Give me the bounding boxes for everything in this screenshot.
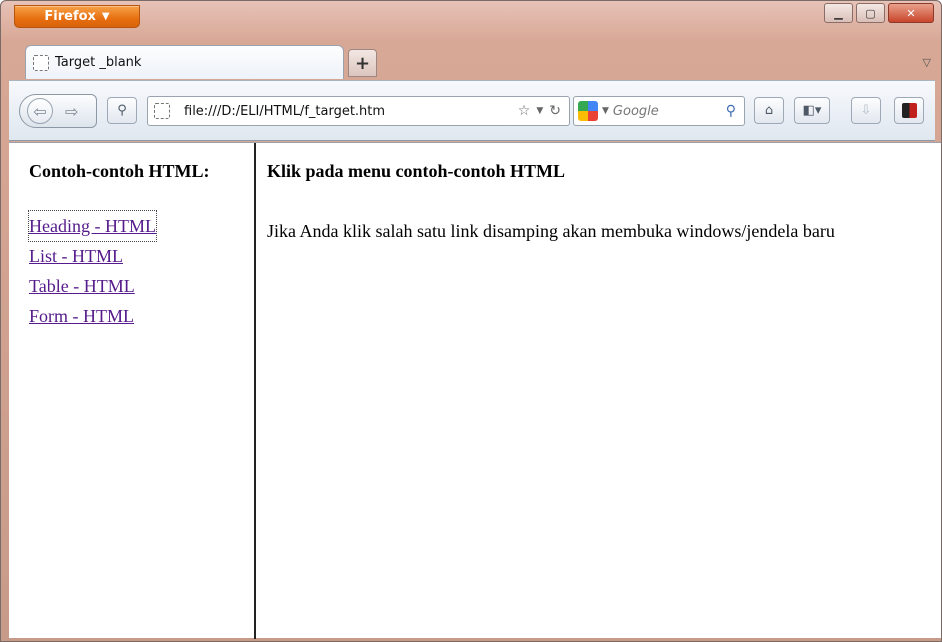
address-bar[interactable]: file:///D:/ELI/HTML/f_target.htm ☆ ▼ ↻ — [147, 96, 570, 126]
star-icon[interactable]: ☆ — [518, 103, 531, 119]
window-controls: ▁ ▢ ✕ — [824, 3, 934, 23]
tab-title: Target _blank — [55, 55, 142, 70]
left-frame: Contoh-contoh HTML: Heading - HTML List … — [9, 143, 256, 639]
search-input[interactable]: Google — [613, 104, 722, 119]
search-icon[interactable]: ⚲ — [726, 103, 744, 119]
left-frame-heading: Contoh-contoh HTML: — [29, 161, 210, 181]
puzzle-icon[interactable]: ◧▾ — [794, 97, 830, 124]
tab-target-blank[interactable]: Target _blank — [25, 45, 344, 79]
tab-list-chevron-icon[interactable]: ▽ — [923, 56, 931, 69]
forward-arrow-icon[interactable]: ⇨ — [65, 102, 78, 121]
url-text: file:///D:/ELI/HTML/f_target.htm — [184, 103, 386, 119]
link-table-html[interactable]: Table - HTML — [29, 271, 135, 301]
link-list-html[interactable]: List - HTML — [29, 241, 123, 271]
link-form-html[interactable]: Form - HTML — [29, 301, 134, 331]
right-frame-heading: Klik pada menu contoh-contoh HTML — [267, 161, 566, 181]
dropdown-icon[interactable]: ▼ — [536, 106, 543, 116]
back-forward-buttons: ⇦ ⇨ — [19, 94, 97, 128]
identity-icon[interactable]: ⚲ — [107, 97, 137, 124]
browser-window: Firefox ▼ ▁ ▢ ✕ Target _blank + ▽ ⇦ ⇨ ⚲ … — [0, 0, 942, 642]
firefox-menu-label: Firefox — [44, 9, 96, 24]
page-icon — [154, 103, 170, 119]
extension-icon[interactable] — [894, 97, 924, 124]
search-bar[interactable]: ▼ Google ⚲ — [573, 96, 745, 126]
right-frame: Klik pada menu contoh-contoh HTML Jika A… — [258, 143, 941, 639]
page-content: Contoh-contoh HTML: Heading - HTML List … — [9, 142, 941, 639]
page-icon — [33, 54, 49, 71]
firefox-menu-button[interactable]: Firefox ▼ — [14, 5, 140, 28]
minimize-icon[interactable]: ▁ — [824, 3, 853, 23]
plus-icon: + — [354, 52, 371, 74]
reload-icon[interactable]: ↻ — [549, 103, 561, 119]
home-icon[interactable]: ⌂ — [754, 97, 784, 124]
chevron-down-icon: ▼ — [101, 11, 110, 22]
download-icon[interactable]: ⇩ — [851, 97, 881, 124]
link-heading-html[interactable]: Heading - HTML — [28, 210, 157, 242]
maximize-icon[interactable]: ▢ — [856, 3, 885, 23]
navigation-toolbar: ⇦ ⇨ ⚲ file:///D:/ELI/HTML/f_target.htm ☆… — [9, 80, 935, 141]
close-icon[interactable]: ✕ — [888, 3, 934, 23]
search-engine-dropdown-icon[interactable]: ▼ — [602, 106, 609, 116]
google-icon[interactable] — [578, 101, 598, 121]
right-frame-text: Jika Anda klik salah satu link disamping… — [267, 221, 835, 241]
back-arrow-icon[interactable]: ⇦ — [27, 98, 53, 124]
new-tab-button[interactable]: + — [348, 49, 377, 77]
